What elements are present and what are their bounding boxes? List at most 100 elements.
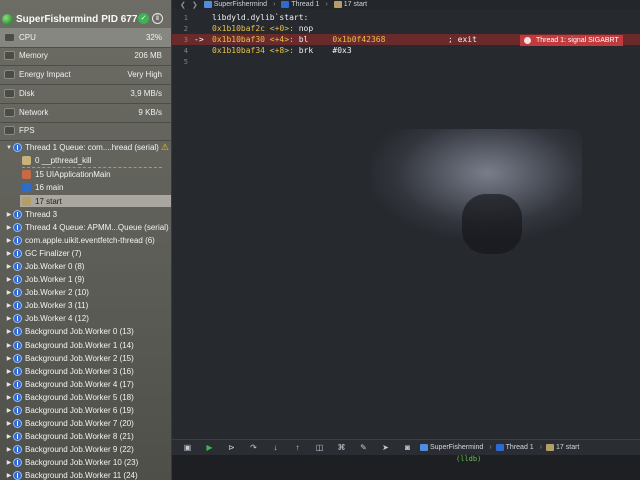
debugbar-thread[interactable]: › Thread 1 (489, 444, 534, 451)
location-icon[interactable]: ➤ (379, 442, 392, 453)
disclosure-closed-icon[interactable]: ▶ (5, 211, 13, 218)
thread-icon (13, 288, 22, 298)
disclosure-closed-icon[interactable]: ▶ (5, 472, 13, 479)
gauge-cpu[interactable]: CPU 32% (0, 28, 171, 47)
thread-row[interactable]: ▶ Job.Worker 1 (9) (0, 273, 171, 286)
disclosure-closed-icon[interactable]: ▶ (5, 381, 13, 388)
debugbar-frame[interactable]: › 17 start (539, 444, 579, 451)
step-over-icon[interactable]: ↷ (247, 442, 260, 453)
frame-row[interactable]: 16 main (22, 181, 63, 193)
thread-label: GC Finalizer (7) (25, 249, 82, 259)
thread-row[interactable]: ▶ Job.Worker 3 (11) (0, 299, 171, 312)
thread-row[interactable]: ▶ com.apple.uikit.eventfetch-thread (6) (0, 234, 171, 247)
frame-row[interactable]: 15 UIApplicationMain (22, 168, 111, 180)
thread-row[interactable]: ▶ Background Job.Worker 5 (18) (0, 391, 171, 404)
thread-label: Thread 1 Queue: com....hread (serial) (25, 143, 159, 152)
disclosure-closed-icon[interactable]: ▶ (5, 433, 13, 440)
thread-row[interactable]: ▶ Background Job.Worker 2 (15) (0, 352, 171, 365)
thread-row-1[interactable]: ▼ Thread 1 Queue: com....hread (serial) … (0, 141, 171, 154)
disclosure-closed-icon[interactable]: ▶ (5, 315, 13, 322)
stop-icon[interactable]: ⅱ (152, 13, 163, 24)
disclosure-closed-icon[interactable]: ▶ (5, 276, 13, 283)
frame-row-selected[interactable]: 17 start (20, 195, 171, 207)
debugbar-app[interactable]: SuperFishermind (420, 444, 483, 451)
thread-row[interactable]: ▶ Job.Worker 0 (8) (0, 260, 171, 273)
line-number: 5 (183, 57, 188, 66)
step-into-icon[interactable]: ↓ (269, 442, 282, 453)
disclosure-closed-icon[interactable]: ▶ (5, 263, 13, 270)
chevron-right-icon: › (539, 444, 543, 451)
thread-label: com.apple.uikit.eventfetch-thread (6) (25, 236, 155, 246)
disclosure-closed-icon[interactable]: ▶ (5, 342, 13, 349)
disclosure-closed-icon[interactable]: ▶ (5, 224, 13, 231)
frame-row[interactable]: 0 __pthread_kill (22, 154, 91, 166)
gauge-value: Very High (127, 70, 162, 79)
disclosure-closed-icon[interactable]: ▶ (5, 446, 13, 453)
thread-icon (13, 210, 22, 219)
thread-row[interactable]: ▶ Background Job.Worker 8 (21) (0, 430, 171, 443)
disclosure-closed-icon[interactable]: ▶ (5, 407, 13, 414)
disclosure-closed-icon[interactable]: ▶ (5, 420, 13, 427)
thread-row[interactable]: ▶ Background Job.Worker 6 (19) (0, 404, 171, 417)
back-icon[interactable]: ❮ (180, 1, 186, 9)
environment-icon[interactable]: ✎ (357, 442, 370, 453)
thread-label: Background Job.Worker 8 (21) (25, 431, 134, 441)
gauge-value: 9 KB/s (138, 108, 162, 117)
disclosure-closed-icon[interactable]: ▶ (5, 237, 13, 244)
jumpbar-thread[interactable]: Thread 1 (281, 1, 319, 8)
thread-row[interactable]: ▶ Background Job.Worker 0 (13) (0, 325, 171, 338)
lldb-console[interactable]: (lldb) (172, 455, 640, 480)
thread-row[interactable]: ▶ Background Job.Worker 4 (17) (0, 378, 171, 391)
disclosure-closed-icon[interactable]: ▶ (5, 302, 13, 309)
disclosure-closed-icon[interactable]: ▶ (5, 328, 13, 335)
screen-shadow (462, 194, 522, 254)
process-header[interactable]: SuperFishermind PID 677 ✓ ⅱ (0, 10, 171, 28)
continue-icon[interactable]: ⊳ (225, 442, 238, 453)
view-hierarchy-icon[interactable]: ◫ (313, 442, 326, 453)
breakpoints-toggle-icon[interactable]: ▶ (203, 442, 216, 453)
thread-row[interactable]: ▶ Background Job.Worker 3 (16) (0, 365, 171, 378)
gauge-fps[interactable]: FPS (0, 121, 171, 140)
jumpbar-app[interactable]: SuperFishermind (203, 1, 268, 8)
jumpbar-frame[interactable]: 17 start (333, 1, 367, 8)
toggle-console-icon[interactable]: ▣ (181, 442, 194, 453)
frame-label: 17 start (35, 196, 62, 206)
thread-row[interactable]: ▶ Background Job.Worker 11 (24) (0, 469, 171, 480)
disclosure-closed-icon[interactable]: ▶ (5, 394, 13, 401)
disclosure-closed-icon[interactable]: ▶ (5, 250, 13, 257)
thread-row[interactable]: ▶ Background Job.Worker 9 (22) (0, 443, 171, 456)
disclosure-closed-icon[interactable]: ▶ (5, 368, 13, 375)
thread-row[interactable]: ▶ Thread 4 Queue: APMM...Queue (serial) (0, 221, 171, 234)
step-out-icon[interactable]: ↑ (291, 442, 304, 453)
instruction-address: 0x1b10baf2c <+0>: (212, 24, 294, 33)
disassembly-editor[interactable]: 1 libdyld.dylib`start: 2 0x1b10baf2c <+0… (172, 9, 640, 439)
memory-graph-icon[interactable]: ⌘ (335, 442, 348, 453)
code-line: 4 0x1b10baf34 <+8>: brk #0x3 (172, 45, 640, 56)
gauge-energy[interactable]: Energy Impact Very High (0, 65, 171, 84)
gauge-disk[interactable]: Disk 3,9 MB/s (0, 84, 171, 103)
disclosure-closed-icon[interactable]: ▶ (5, 289, 13, 296)
thread-row[interactable]: ▶ Thread 3 (0, 208, 171, 221)
thread-row[interactable]: ▶ Background Job.Worker 1 (14) (0, 339, 171, 352)
forward-icon[interactable]: ❯ (192, 1, 198, 9)
jumpbar-app-label: SuperFishermind (213, 1, 268, 8)
resume-icon[interactable]: ✓ (138, 13, 149, 24)
gauge-network[interactable]: Network 9 KB/s (0, 103, 171, 122)
gauge-memory[interactable]: Memory 206 MB (0, 46, 171, 65)
disclosure-closed-icon[interactable]: ▶ (5, 459, 13, 466)
thread-label: Job.Worker 1 (9) (25, 275, 85, 285)
camera-icon[interactable]: ◙ (401, 442, 414, 453)
disclosure-closed-icon[interactable]: ▶ (5, 355, 13, 362)
thread-row[interactable]: ▶ Background Job.Worker 10 (23) (0, 456, 171, 469)
thread-row[interactable]: ▶ Background Job.Worker 7 (20) (0, 417, 171, 430)
thread-label: Thread 3 (25, 210, 58, 219)
thread-row[interactable]: ▶ GC Finalizer (7) (0, 247, 171, 260)
error-badge[interactable]: Thread 1: signal SIGABRT (520, 35, 623, 46)
thread-label: Job.Worker 4 (12) (25, 314, 89, 324)
thread-icon (13, 471, 22, 480)
thread-row[interactable]: ▶ Job.Worker 2 (10) (0, 286, 171, 299)
disclosure-open-icon[interactable]: ▼ (5, 145, 13, 151)
thread-icon (13, 301, 22, 311)
thread-row[interactable]: ▶ Job.Worker 4 (12) (0, 312, 171, 325)
thread-icon (13, 275, 22, 285)
